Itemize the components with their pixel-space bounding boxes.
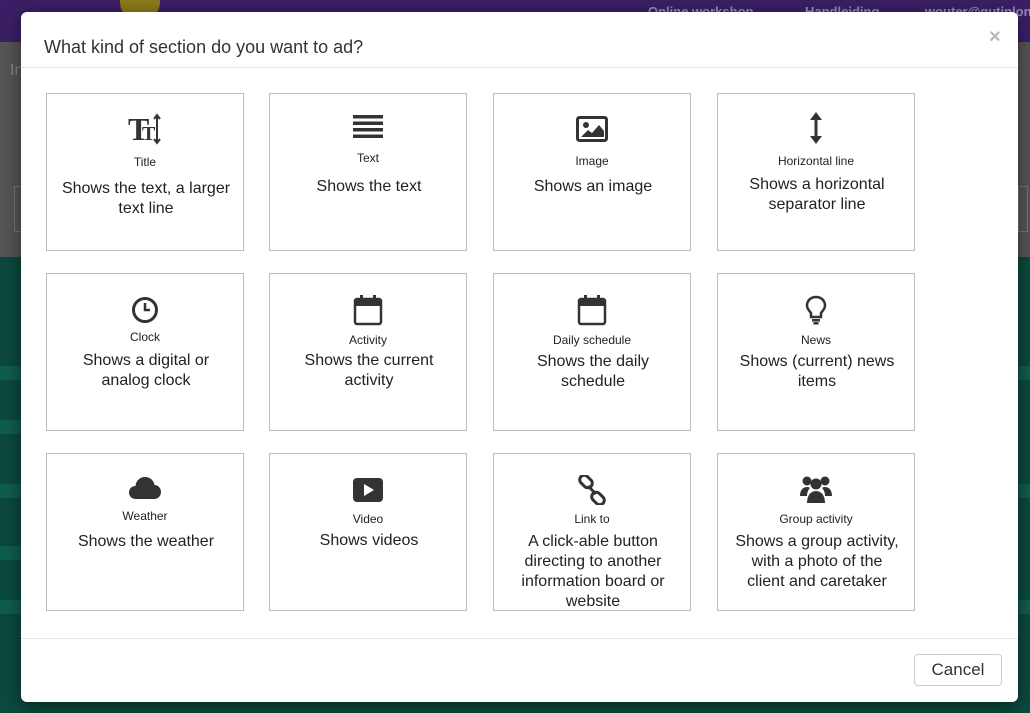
section-option-title[interactable]: T T Title Shows the text, a larger text … [46,93,244,251]
section-option-horizontal-line[interactable]: Horizontal line Shows a horizontal separ… [717,93,915,251]
calendar-icon [270,293,466,327]
background-input-right [1018,186,1028,232]
section-option-name: News [800,333,831,347]
section-option-name: Horizontal line [777,154,855,168]
section-option-description: Shows (current) news items [739,353,895,390]
background-stripe [0,600,22,614]
section-option-name: Activity [348,333,387,347]
section-option-group-activity[interactable]: Group activity Shows a group activity, w… [717,453,915,611]
background-stripe [0,366,22,380]
background-stripe [0,484,22,498]
vertical-arrows-icon [718,111,914,145]
section-option-description: A click-able button directing to another… [521,533,665,610]
section-option-name: Weather [122,509,168,523]
title-text-icon: T T [47,112,243,146]
section-option-clock[interactable]: Clock Shows a digital or analog clock [46,273,244,431]
cloud-icon [47,471,243,505]
group-icon [718,472,914,506]
section-option-name: Video [352,512,384,526]
section-option-name: Link to [574,512,610,526]
section-option-news[interactable]: News Shows (current) news items [717,273,915,431]
section-option-description: Shows a horizontal separator line [749,176,885,213]
dialog-footer: Cancel [21,638,1018,703]
section-option-name: Group activity [779,512,853,526]
section-option-link[interactable]: Link to A click-able button directing to… [493,453,691,611]
close-icon[interactable]: × [989,27,1001,47]
clock-icon [47,293,243,327]
section-option-activity[interactable]: Activity Shows the current activity [269,273,467,431]
add-section-dialog: What kind of section do you want to ad? … [21,12,1018,702]
section-option-description: Shows a group activity, with a photo of … [735,533,899,590]
section-option-description: Shows videos [319,532,419,549]
image-icon [494,112,690,146]
section-option-image[interactable]: Image Shows an image [493,93,691,251]
lightbulb-icon [718,293,914,327]
section-option-name: Clock [129,330,160,344]
video-play-icon [270,473,466,507]
background-stripe [0,420,22,434]
section-option-description: Shows the current activity [304,352,434,389]
section-option-description: Shows the weather [77,533,215,550]
section-option-weather[interactable]: Weather Shows the weather [46,453,244,611]
dialog-title: What kind of section do you want to ad? [44,37,364,57]
section-option-description: Shows an image [533,178,653,195]
section-option-name: Image [575,154,609,168]
cancel-button[interactable]: Cancel [914,654,1002,686]
section-option-text[interactable]: Text Shows the text [269,93,467,251]
section-option-daily-schedule[interactable]: Daily schedule Shows the daily schedule [493,273,691,431]
section-option-description: Shows the text, a larger text line [61,180,231,217]
section-option-description: Shows the daily schedule [536,353,650,390]
background-stripe [1018,600,1030,614]
background-stripe [0,546,22,560]
section-option-name: Text [356,151,379,165]
svg-text:T: T [142,123,156,145]
text-lines-icon [270,110,466,144]
section-option-description: Shows the text [316,178,422,195]
section-option-description: Shows a digital or analog clock [82,352,210,389]
background-stripe [1018,484,1030,498]
calendar-icon [494,293,690,327]
section-option-video[interactable]: Video Shows videos [269,453,467,611]
background-stripe [1018,366,1030,380]
link-icon [494,473,690,507]
section-option-name: Daily schedule [552,333,632,347]
section-options: T T Title Shows the text, a larger text … [21,68,1018,638]
dialog-header: What kind of section do you want to ad? … [21,12,1018,68]
section-option-name: Title [133,155,157,169]
